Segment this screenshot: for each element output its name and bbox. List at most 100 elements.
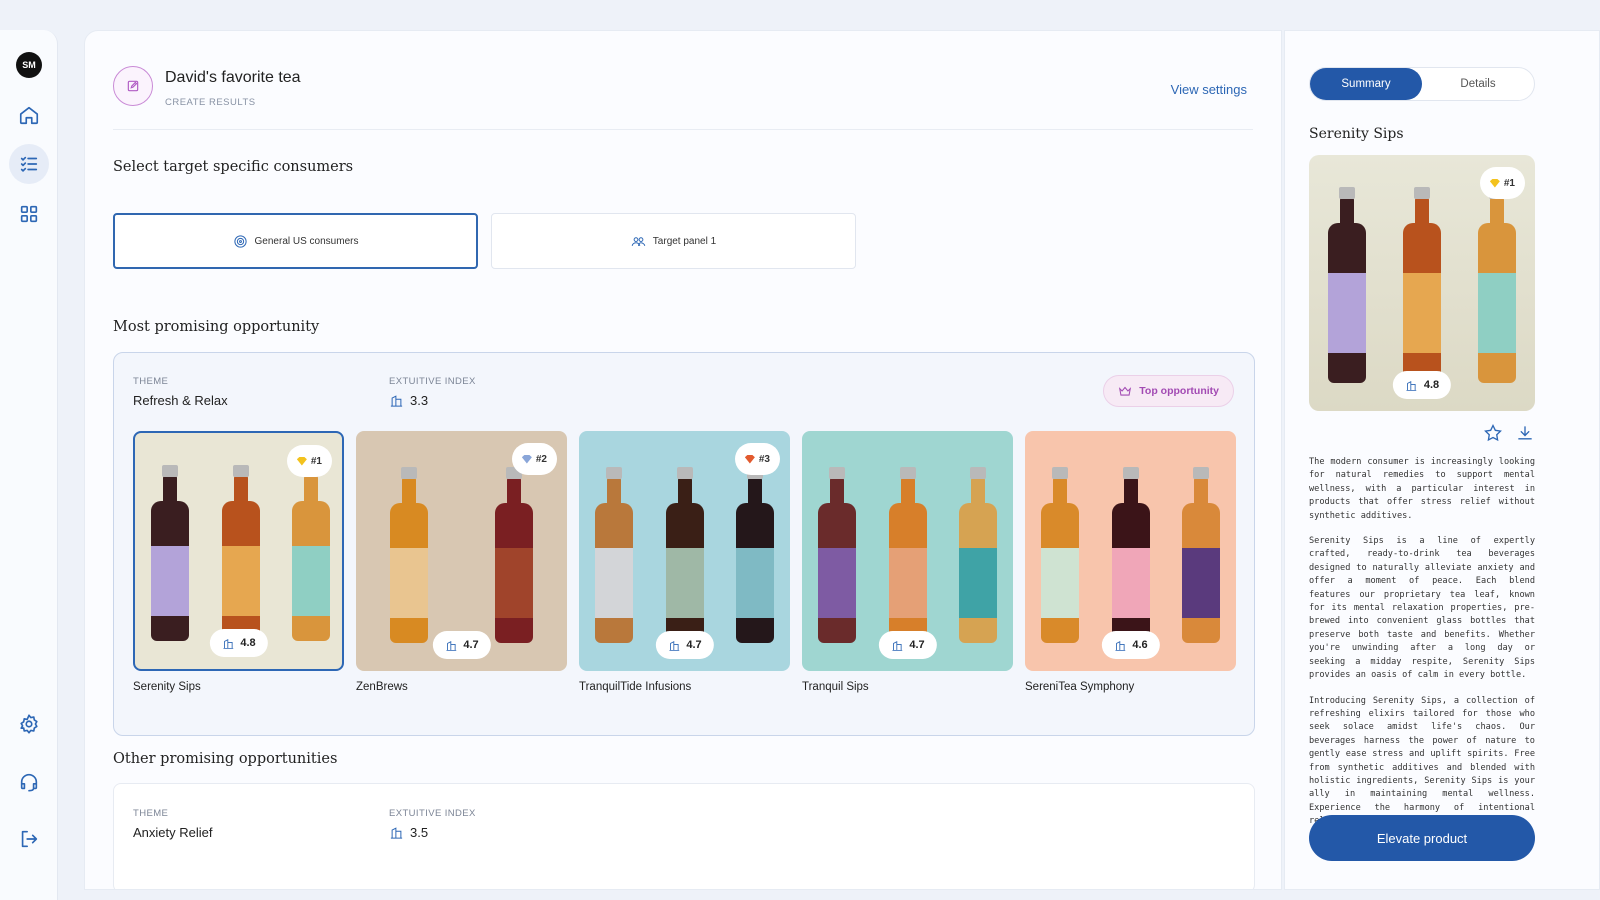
consumer-option-general[interactable]: General US consumers [113, 213, 478, 269]
consumer-option-panel[interactable]: Target panel 1 [491, 213, 856, 269]
bottle-label [221, 546, 260, 616]
buildings-icon [390, 395, 403, 407]
elevate-product-button[interactable]: Elevate product [1309, 815, 1535, 861]
product-card[interactable]: 4.6 SereniTea Symphony [1025, 431, 1236, 693]
score-badge: 4.8 [209, 629, 268, 657]
view-settings-link[interactable]: View settings [1171, 82, 1247, 97]
other-opportunity-card[interactable]: THEME Anxiety Relief EXTUITIVE INDEX 3.5 [113, 783, 1255, 889]
product-card[interactable]: 4.7 Tranquil Sips [802, 431, 1013, 693]
theme-value: Refresh & Relax [133, 393, 228, 408]
theme-label: THEME [133, 808, 169, 819]
logout-icon[interactable] [9, 819, 49, 859]
bottle-label [595, 548, 634, 618]
index-label: EXTUITIVE INDEX [389, 376, 476, 387]
bottle-label [389, 548, 428, 618]
bottle [151, 465, 190, 641]
people-icon [631, 236, 646, 246]
consumers-heading: Select target specific consumers [113, 159, 354, 175]
theme-value: Anxiety Relief [133, 825, 213, 840]
buildings-icon [445, 640, 456, 651]
detail-title: Serenity Sips [1309, 126, 1404, 142]
score-badge: 4.6 [1101, 631, 1160, 659]
grid-icon[interactable] [9, 194, 49, 234]
bottle [389, 467, 428, 643]
bottle-label [495, 548, 534, 618]
gear-icon[interactable] [9, 704, 49, 744]
buildings-icon [668, 640, 679, 651]
crown-icon [1119, 386, 1132, 396]
other-heading: Other promising opportunities [113, 751, 338, 767]
home-icon[interactable] [9, 95, 49, 135]
sidebar: SM [0, 30, 58, 900]
rank-badge: #3 [734, 443, 780, 475]
page-subtitle: CREATE RESULTS [165, 97, 256, 108]
bottle [1111, 467, 1150, 643]
main-panel: David's favorite tea CREATE RESULTS View… [84, 30, 1282, 890]
top-opportunity-badge: Top opportunity [1103, 375, 1234, 407]
index-label: EXTUITIVE INDEX [389, 808, 476, 819]
consumer-option-label: Target panel 1 [652, 235, 717, 247]
bottle [595, 467, 634, 643]
buildings-icon [222, 638, 233, 649]
product-card[interactable]: #2 4.7 ZenBrews [356, 431, 567, 693]
bottle-label [1478, 273, 1517, 353]
detail-tabs: Summary Details [1309, 67, 1535, 101]
product-image: #1 4.8 [133, 431, 344, 671]
bottle [291, 465, 330, 641]
bottle [1181, 467, 1220, 643]
description-paragraph: Introducing Serenity Sips, a collection … [1309, 695, 1535, 827]
description-paragraph: The modern consumer is increasingly look… [1309, 457, 1535, 521]
bottle-label [151, 546, 190, 616]
description-paragraph: Serenity Sips is a line of expertly craf… [1309, 536, 1535, 681]
download-icon[interactable] [1515, 423, 1535, 443]
consumer-option-label: General US consumers [254, 235, 359, 247]
tab-summary[interactable]: Summary [1310, 68, 1422, 100]
bottle-label [735, 548, 774, 618]
edit-icon[interactable] [113, 66, 153, 106]
rank-badge: #2 [511, 443, 557, 475]
score-badge: 4.7 [432, 631, 491, 659]
bottle-label [818, 548, 857, 618]
tab-details[interactable]: Details [1422, 68, 1534, 100]
gem-icon [296, 456, 307, 466]
most-promising-heading: Most promising opportunity [113, 319, 320, 335]
star-icon[interactable] [1483, 423, 1503, 443]
bottle-label [888, 548, 927, 618]
theme-label: THEME [133, 376, 169, 387]
bottle [1478, 187, 1517, 383]
buildings-icon [390, 827, 403, 839]
bottle-label [1327, 273, 1366, 353]
bottle-label [1111, 548, 1150, 618]
bottle [958, 467, 997, 643]
page-title: David's favorite tea [165, 69, 301, 86]
product-card[interactable]: #1 4.8 Serenity Sips [133, 431, 344, 693]
product-name: SereniTea Symphony [1025, 681, 1135, 693]
rank-badge: #1 [1479, 167, 1525, 199]
product-card[interactable]: #3 4.7 TranquilTide Infusions [579, 431, 790, 693]
index-value: 3.5 [389, 825, 428, 840]
detail-panel: Summary Details Serenity Sips #1 4.8 The… [1284, 30, 1600, 890]
target-icon [233, 234, 247, 248]
avatar[interactable]: SM [16, 52, 42, 78]
detail-product-image: #1 4.8 [1309, 155, 1535, 411]
buildings-icon [1406, 380, 1417, 391]
checklist-icon[interactable] [9, 144, 49, 184]
bottle-label [1403, 273, 1441, 353]
product-image: 4.7 [802, 431, 1013, 671]
product-name: TranquilTide Infusions [579, 681, 692, 693]
buildings-icon [891, 640, 902, 651]
score-badge: 4.7 [655, 631, 714, 659]
bottle-label [291, 546, 330, 616]
bottle [1041, 467, 1080, 643]
detail-description: The modern consumer is increasingly look… [1309, 456, 1535, 841]
bottle [665, 467, 704, 643]
product-image: 4.6 [1025, 431, 1236, 671]
headset-icon[interactable] [9, 762, 49, 802]
divider [113, 129, 1253, 130]
bottle-label [665, 548, 704, 618]
product-name: Tranquil Sips [802, 681, 869, 693]
buildings-icon [1114, 640, 1125, 651]
detail-actions [1483, 423, 1535, 443]
score-badge: 4.8 [1392, 371, 1452, 399]
index-value: 3.3 [389, 393, 428, 408]
